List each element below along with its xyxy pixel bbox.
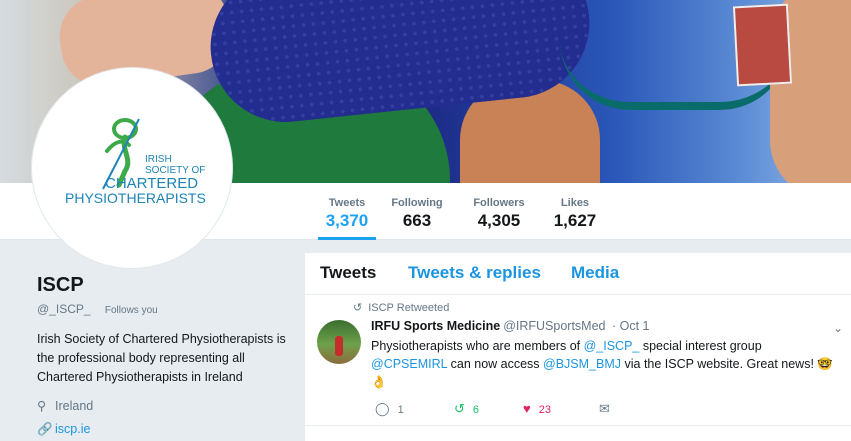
location-text: Ireland [55,399,94,413]
mention-link[interactable]: @CPSEMIRL [371,357,447,371]
like-button[interactable]: ♥ 23 [523,401,551,416]
next-tweet-preview [305,425,851,441]
profile-handle-row: @_ISCP_ Follows you [37,302,161,317]
tweet-author-name[interactable]: IRFU Sports Medicine [371,319,500,333]
chevron-down-icon[interactable]: ⌄ [833,321,843,335]
heart-icon: ♥ [523,401,531,416]
retweet-context: ↺ ISCP Retweeted [353,301,449,314]
tweet-actions: ◯ 1 ↺ 6 ♥ 23 ✉ [371,401,671,419]
follows-you-badge: Follows you [101,304,161,317]
mention-link[interactable]: @BJSM_BMJ [543,357,621,371]
logo-text-line: IRISH [145,154,172,165]
stat-value: 3,370 [325,211,369,230]
stat-label: Followers [473,197,525,209]
tab-tweets-replies[interactable]: Tweets & replies [408,263,541,283]
stat-label: Following [391,197,443,209]
tab-tweets[interactable]: Tweets [320,263,376,283]
link-icon: 🔗 [37,422,53,436]
retweet-count: 6 [472,404,480,416]
profile-handle[interactable]: @_ISCP_ [37,302,91,316]
stat-label: Tweets [328,197,366,209]
tweet-text-part: can now access [447,357,544,371]
logo-text-line: CHARTERED [105,175,199,192]
retweeted-by-text[interactable]: ISCP Retweeted [368,302,449,314]
retweet-icon: ↺ [454,401,465,416]
timeline-tabs: Tweets Tweets & replies Media [305,253,851,295]
reply-count: 1 [397,404,404,416]
tweet-header: IRFU Sports Medicine @IRFUSportsMed · Oct… [371,319,649,333]
tweet-text-part: special interest group [639,339,762,353]
stat-value: 663 [402,211,432,230]
stat-likes[interactable]: Likes 1,627 [550,183,600,240]
direct-message-button[interactable]: ✉ [599,401,618,417]
tab-media[interactable]: Media [571,263,619,283]
retweet-icon: ↺ [353,302,363,314]
logo-text-line: PHYSIOTHERAPISTS [65,190,206,206]
tweet-author-handle[interactable]: @IRFUSportsMed [503,319,605,333]
stat-label: Likes [560,197,590,209]
profile-location: ⚲ Ireland [37,398,93,413]
stat-value: 4,305 [477,211,521,230]
timeline: Tweets Tweets & replies Media ↺ ISCP Retw… [305,253,851,441]
profile-bio: Irish Society of Chartered Physiotherapi… [37,332,286,384]
stat-followers[interactable]: Followers 4,305 [466,183,532,240]
reply-button[interactable]: ◯ 1 [375,401,404,417]
stat-tweets[interactable]: Tweets 3,370 [318,183,376,240]
profile-name: ISCP [37,274,84,296]
tweet-text-part: Physiotherapists who are members of [371,339,584,353]
tweet-author-avatar[interactable] [317,320,361,364]
tweet-text: Physiotherapists who are members of @_IS… [371,337,841,391]
message-icon: ✉ [599,401,610,416]
stat-value: 1,627 [553,211,597,230]
tweet-time[interactable]: · Oct 1 [612,319,650,333]
retweet-button[interactable]: ↺ 6 [454,401,479,417]
like-count: 23 [538,404,551,416]
stat-following[interactable]: Following 663 [386,183,448,240]
mention-link[interactable]: @_ISCP_ [584,339,640,353]
profile-website[interactable]: 🔗 iscp.ie [37,422,90,437]
location-icon: ⚲ [37,399,47,413]
reply-icon: ◯ [375,401,390,416]
website-link[interactable]: iscp.ie [55,422,90,436]
